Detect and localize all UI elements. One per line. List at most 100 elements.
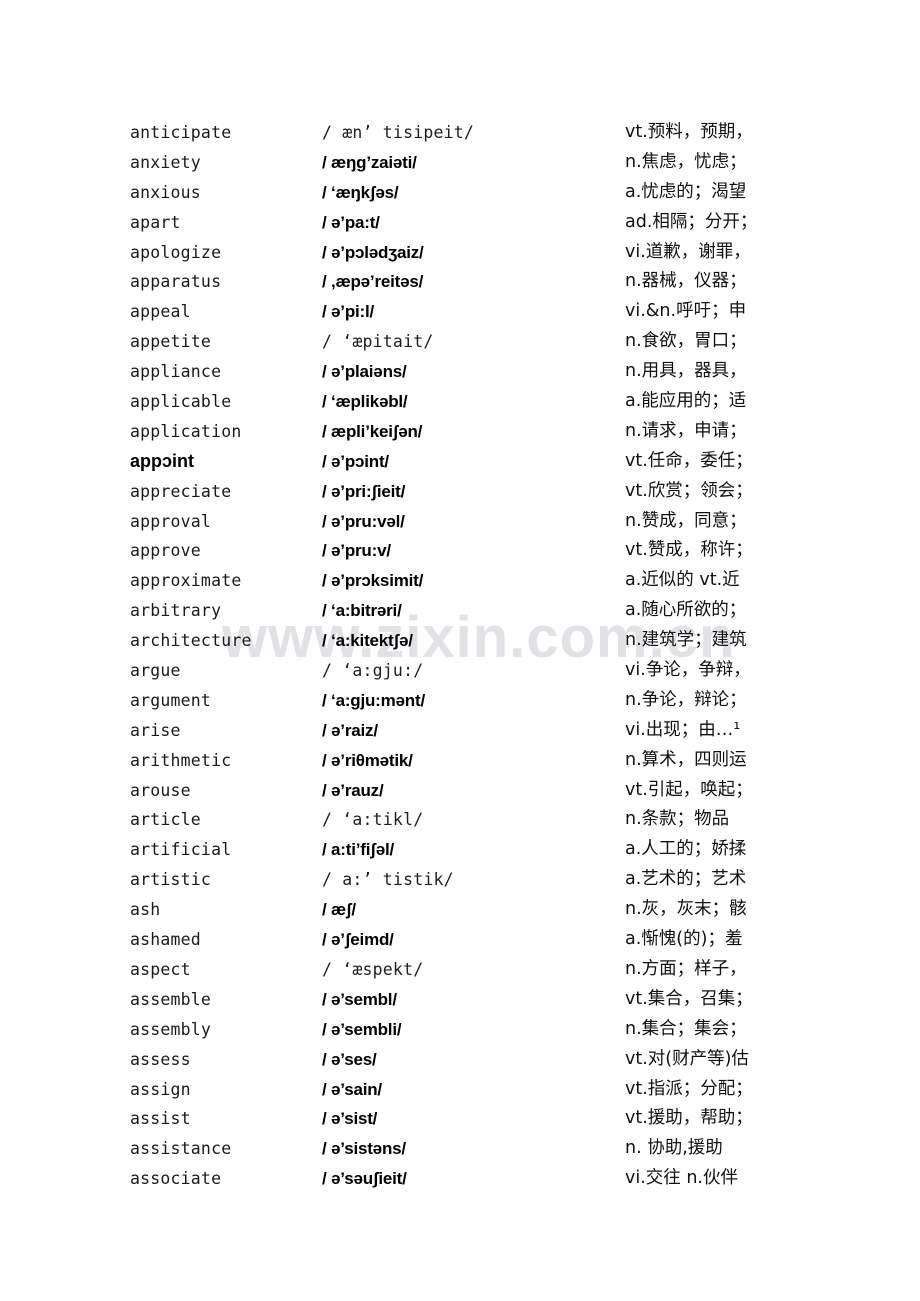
vocabulary-entry: associate / ə’səuʃieit/vi.交往 n.伙伴 [0,1164,920,1194]
entry-word: aspect [130,959,191,979]
entry-word: article [130,810,201,830]
entry-word: assemble [130,989,212,1009]
entry-phonetic: / ə’ʃeimd/ [322,930,394,950]
entry-word: apologize [130,242,222,262]
entry-word: appliance [130,362,222,382]
vocabulary-entry: approve / ə’pru:v/vt.赞成，称许； [0,536,920,566]
entry-definition: a.能应用的；适 [625,391,747,412]
entry-phonetic: / ə’pri:ʃieit/ [322,481,406,501]
entry-definition: a.近似的 vt.近 [625,570,740,591]
entry-word: application [130,421,242,441]
entry-word: argue [130,661,181,681]
vocabulary-entry: assemble / ə’sembl/vt.集合，召集； [0,985,920,1015]
entry-word: architecture [130,631,252,651]
entry-definition: vi.道歉，谢罪， [625,241,751,262]
entry-definition: vt.集合，召集； [625,988,753,1009]
entry-phonetic: / a:ti’fiʃəl/ [322,840,395,860]
vocabulary-entry: approximate / ə’prɔksimit/a.近似的 vt.近 [0,566,920,596]
entry-phonetic: / ‘æspekt/ [322,959,424,979]
vocabulary-entry: appreciate / ə’pri:ʃieit/vt.欣赏；领会； [0,477,920,507]
entry-definition: n.器械，仪器； [625,271,747,292]
vocabulary-entry: article / ‘a:tikl/n.条款；物品 [0,805,920,835]
entry-phonetic: / ‘a:tikl/ [322,810,424,830]
entry-definition: vi.交往 n.伙伴 [625,1168,738,1189]
entry-phonetic: / ‘a:bitrəri/ [322,601,402,621]
entry-definition: a.惭愧(的)；羞 [625,929,743,950]
entry-word: associate [130,1169,222,1189]
entry-phonetic: / ə’pɔlədʒaiz/ [322,242,424,262]
entry-definition: n.灰，灰末；骸 [625,899,747,920]
entry-definition: vt.指派；分配； [625,1078,753,1099]
entry-phonetic: / æpli’keiʃən/ [322,421,423,441]
entry-definition: a.随心所欲的； [625,600,747,621]
entry-definition: vt.赞成，称许； [625,540,753,561]
vocabulary-entry: artistic / a:’ tistik/a.艺术的；艺术 [0,865,920,895]
entry-phonetic: / æn’ tisipeit/ [322,123,475,142]
vocabulary-entry: apologize / ə’pɔlədʒaiz/vi.道歉，谢罪， [0,238,920,268]
vocabulary-entry: arbitrary / ‘a:bitrəri/a.随心所欲的； [0,596,920,626]
entry-definition: n.请求，申请； [625,420,747,441]
entry-definition: n.食欲，胃口； [625,331,747,352]
entry-word: arouse [130,780,191,800]
entry-word: assist [130,1109,191,1129]
vocabulary-entry: apparatus / ,æpə’reitəs/n.器械，仪器； [0,267,920,297]
entry-word: apparatus [130,272,222,292]
vocabulary-entry: ash / æʃ/n.灰，灰末；骸 [0,895,920,925]
entry-definition: n.争论，辩论； [625,689,747,710]
entry-word: ashamed [130,930,201,950]
entry-definition: vt.援助，帮助； [625,1108,753,1129]
entry-definition: a.忧虑的；渴望 [625,181,747,202]
vocabulary-entry: architecture / ‘a:kitektʃə/n.建筑学；建筑 [0,626,920,656]
entry-phonetic: / æʃ/ [322,900,356,920]
vocabulary-entry: assign / ə’sain/vt.指派；分配； [0,1075,920,1105]
vocabulary-entry: artificial / a:ti’fiʃəl/a.人工的；娇揉 [0,835,920,865]
entry-phonetic: / a:’ tistik/ [322,870,454,890]
entry-word: arise [130,720,181,740]
entry-definition: a.人工的；娇揉 [625,839,747,860]
entry-word: arbitrary [130,601,222,621]
document-page: www.zixin.com.cn anticipate / æn’ tisipei… [0,0,920,1301]
vocabulary-entry: anxious / ‘æŋkʃəs/a.忧虑的；渴望 [0,178,920,208]
vocabulary-entry: argument / ‘a:gju:mənt/n.争论，辩论； [0,686,920,716]
vocabulary-entry: argue / ‘a:gju:/ vi.争论，争辩， [0,656,920,686]
entry-word: argument [130,690,212,710]
vocabulary-entry: arouse / ə’rauz/vt.引起，唤起； [0,776,920,806]
vocabulary-entry: applicable / ‘æplikəbl/a.能应用的；适 [0,387,920,417]
entry-word: artificial [130,840,232,860]
entry-phonetic: / ə’pi:l/ [322,302,375,322]
entry-definition: vt.欣赏；领会； [625,480,753,501]
entry-phonetic: / ə’prɔksimit/ [322,571,424,591]
entry-definition: n.焦虑，忧虑； [625,151,747,172]
entry-word: approve [130,541,201,561]
entry-phonetic: / ‘a:gju:mənt/ [322,690,425,710]
vocabulary-entry: assess / ə’ses/vt.对(财产等)估 [0,1045,920,1075]
entry-word: anxious [130,182,201,202]
entry-definition: vt.引起，唤起； [625,779,753,800]
vocabulary-entry: appeal / ə’pi:l/vi.&n.呼吁；申 [0,297,920,327]
entry-phonetic: / ‘æplikəbl/ [322,392,408,412]
entry-word: arithmetic [130,750,232,770]
vocabulary-entry: anxiety / æŋg’zaiəti/n.焦虑，忧虑； [0,148,920,178]
entry-word: artistic [130,870,212,890]
vocabulary-entry: appetite / ‘æpitait/n.食欲，胃口； [0,327,920,357]
entry-word: assistance [130,1139,232,1159]
entry-phonetic: / ‘æpitait/ [322,332,434,352]
vocabulary-entry-list: anticipate / æn’ tisipeit/vt.预料，预期， anxiet… [0,118,920,1194]
entry-phonetic: / ə’sistəns/ [322,1139,406,1159]
vocabulary-entry: application / æpli’keiʃən/n.请求，申请； [0,417,920,447]
entry-definition: vi.&n.呼吁；申 [625,301,747,322]
entry-phonetic: / ə’sain/ [322,1079,382,1099]
entry-word: appetite [130,332,212,352]
entry-phonetic: / ,æpə’reitəs/ [322,272,424,292]
entry-phonetic: / ə’raiz/ [322,720,378,740]
entry-definition: vt.对(财产等)估 [625,1048,749,1069]
entry-word: assess [130,1049,191,1069]
entry-word: appɔint [130,450,195,471]
entry-phonetic: / ə’ses/ [322,1049,377,1069]
vocabulary-entry: assistance / ə’sistəns/n. 协助,援助 [0,1134,920,1164]
vocabulary-entry: anticipate / æn’ tisipeit/vt.预料，预期， [0,118,920,148]
entry-definition: n.算术，四则运 [625,749,747,770]
entry-phonetic: / ə’plaiəns/ [322,362,407,382]
entry-word: apart [130,212,181,232]
entry-phonetic: / ə’pɔint/ [322,451,389,471]
